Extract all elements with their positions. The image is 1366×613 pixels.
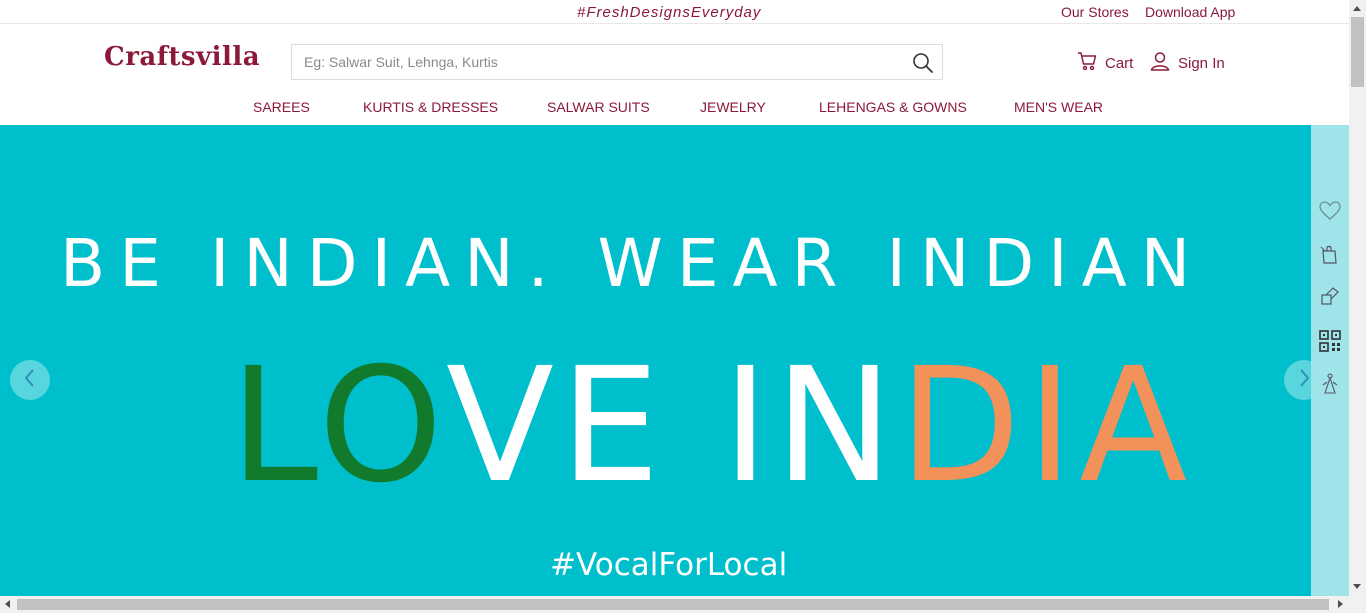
vertical-scroll-thumb[interactable] (1351, 17, 1364, 87)
hero-love-white: VE IN (445, 334, 899, 518)
hero-headline: BE INDIAN. WEAR INDIAN (60, 225, 1205, 302)
sign-in-label: Sign In (1178, 54, 1225, 72)
horizontal-scrollbar[interactable] (0, 596, 1366, 613)
cart-label: Cart (1105, 54, 1134, 72)
carousel-prev-button[interactable] (10, 360, 50, 400)
nav-item-mens-wear[interactable]: MEN'S WEAR (1014, 99, 1103, 115)
qr-code-icon[interactable] (1318, 329, 1342, 353)
hero-love-orange: DIA (898, 334, 1194, 518)
scroll-right-arrow-icon[interactable] (1338, 600, 1343, 608)
search-icon[interactable] (912, 52, 934, 74)
horizontal-scroll-thumb[interactable] (17, 599, 1329, 610)
shopping-bag-icon[interactable] (1318, 242, 1342, 266)
nav-item-sarees[interactable]: SAREES (253, 99, 310, 115)
hero-love-india: LOVE INDIA (229, 346, 1193, 506)
top-strip: #FreshDesignsEveryday Our Stores Downloa… (0, 0, 1349, 24)
our-stores-link[interactable]: Our Stores (1061, 4, 1129, 20)
hero-hashtag: #VocalForLocal (550, 547, 788, 583)
saree-icon[interactable] (1318, 372, 1342, 396)
chevron-left-icon (23, 368, 37, 393)
chevron-right-icon (1297, 368, 1311, 393)
nav-item-lehengas-gowns[interactable]: LEHENGAS & GOWNS (819, 99, 967, 115)
nav-item-salwar-suits[interactable]: SALWAR SUITS (547, 99, 650, 115)
vertical-scrollbar[interactable] (1349, 0, 1366, 596)
cart-button[interactable]: Cart (1077, 52, 1133, 74)
page-viewport: #FreshDesignsEveryday Our Stores Downloa… (0, 0, 1349, 596)
scroll-up-arrow-icon[interactable] (1353, 6, 1361, 11)
nav-item-jewelry[interactable]: JEWELRY (700, 99, 766, 115)
sign-in-button[interactable]: Sign In (1150, 52, 1225, 74)
side-rail (1311, 125, 1349, 596)
search-input[interactable] (304, 45, 904, 79)
cart-icon (1077, 51, 1105, 75)
scroll-down-arrow-icon[interactable] (1353, 584, 1361, 589)
search-box (291, 44, 943, 80)
download-app-link[interactable]: Download App (1145, 4, 1235, 20)
craftsvilla-logo[interactable]: Craftsvilla (104, 42, 260, 72)
heart-icon[interactable] (1318, 199, 1342, 223)
hero-banner[interactable]: BE INDIAN. WEAR INDIAN LOVE INDIA #Vocal… (0, 125, 1311, 596)
gift-icon[interactable] (1318, 284, 1342, 308)
header-tagline: #FreshDesignsEveryday (577, 4, 762, 21)
hero-love-green: LO (229, 334, 446, 518)
nav-item-kurtis-dresses[interactable]: KURTIS & DRESSES (363, 99, 498, 115)
user-icon (1150, 51, 1178, 75)
scroll-left-arrow-icon[interactable] (5, 600, 10, 608)
